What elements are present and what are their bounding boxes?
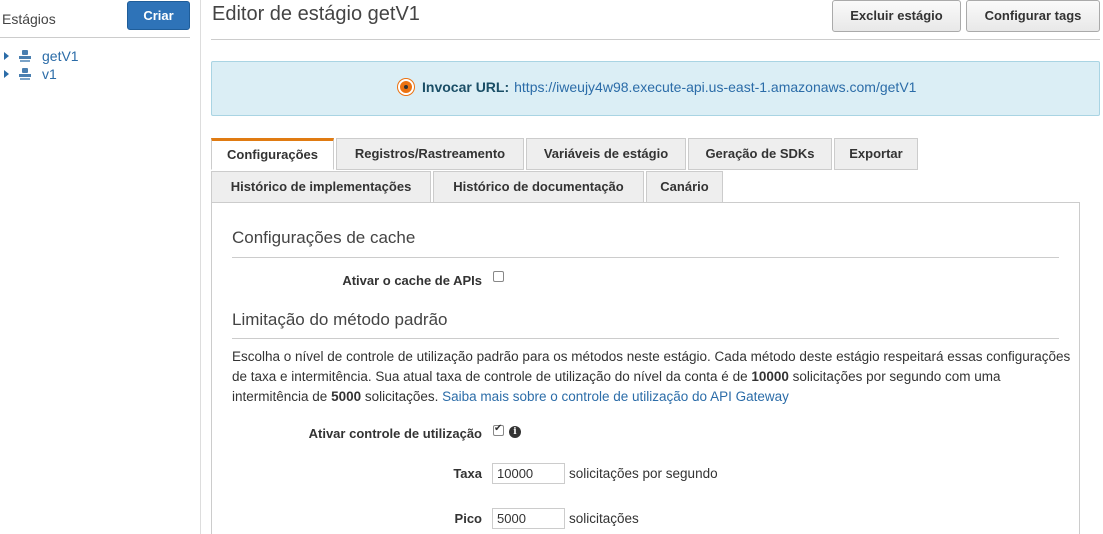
- burst-input[interactable]: [492, 508, 565, 529]
- create-stage-button[interactable]: Criar: [127, 1, 190, 30]
- cache-enable-label: Ativar o cache de APIs: [342, 273, 482, 288]
- invoke-url-label: Invocar URL:: [422, 79, 510, 95]
- tab-variaveis[interactable]: Variáveis de estágio: [526, 138, 686, 170]
- tab-canario[interactable]: Canário: [646, 171, 723, 203]
- tab-historico-implementacoes[interactable]: Histórico de implementações: [211, 171, 431, 203]
- throttle-description: Escolha o nível de controle de utilizaçã…: [232, 347, 1072, 407]
- caret-right-icon[interactable]: [4, 52, 9, 60]
- burst-label: Pico: [454, 511, 482, 526]
- sidebar-title: Estágios: [2, 11, 56, 27]
- rate-input[interactable]: [492, 463, 565, 484]
- tab-registros[interactable]: Registros/Rastreamento: [336, 138, 524, 170]
- sidebar-header: Estágios Criar: [0, 0, 190, 38]
- tab-historico-documentacao[interactable]: Histórico de documentação: [433, 171, 644, 203]
- stage-icon: [19, 68, 31, 80]
- page-title: Editor de estágio getV1: [212, 3, 420, 25]
- cache-section-title: Configurações de cache: [232, 228, 416, 247]
- tab-sdks[interactable]: Geração de SDKs: [688, 138, 832, 170]
- throttle-enable-label: Ativar controle de utilização: [308, 426, 482, 441]
- caret-right-icon[interactable]: [4, 70, 9, 78]
- tree-item-v1[interactable]: v1: [4, 65, 79, 83]
- tab-configuracoes[interactable]: Configurações: [211, 138, 334, 170]
- stage-icon: [19, 50, 31, 62]
- tree-item-getv1[interactable]: getV1: [4, 47, 79, 65]
- throttle-divider: [232, 338, 1059, 339]
- burst-unit: solicitações: [569, 511, 639, 526]
- title-divider: [211, 39, 1100, 40]
- account-burst-value: 5000: [331, 389, 362, 404]
- configure-tags-button[interactable]: Configurar tags: [966, 0, 1100, 32]
- info-icon[interactable]: i: [509, 426, 521, 438]
- account-rate-value: 10000: [751, 369, 789, 384]
- throttle-desc-text: solicitações.: [361, 389, 443, 404]
- rate-label: Taxa: [453, 466, 482, 481]
- tab-exportar[interactable]: Exportar: [834, 138, 918, 170]
- cache-divider: [232, 257, 1059, 258]
- stages-sidebar: Estágios Criar getV1 v1: [0, 0, 201, 534]
- tree-item-label[interactable]: v1: [42, 66, 57, 82]
- invoke-url-link[interactable]: https://iweujy4w98.execute-api.us-east-1…: [514, 79, 916, 95]
- throttle-section-title: Limitação do método padrão: [232, 310, 448, 329]
- tree-item-label[interactable]: getV1: [42, 48, 79, 64]
- invoke-url-box: Invocar URL: https://iweujy4w98.execute-…: [211, 61, 1100, 116]
- cache-enable-checkbox[interactable]: [493, 271, 504, 282]
- status-dot-icon: [398, 79, 414, 95]
- rate-unit: solicitações por segundo: [569, 466, 718, 481]
- learn-more-link[interactable]: Saiba mais sobre o controle de utilizaçã…: [442, 389, 789, 404]
- delete-stage-button[interactable]: Excluir estágio: [832, 0, 961, 32]
- stages-tree: getV1 v1: [4, 47, 79, 83]
- throttle-enable-checkbox[interactable]: [493, 423, 504, 436]
